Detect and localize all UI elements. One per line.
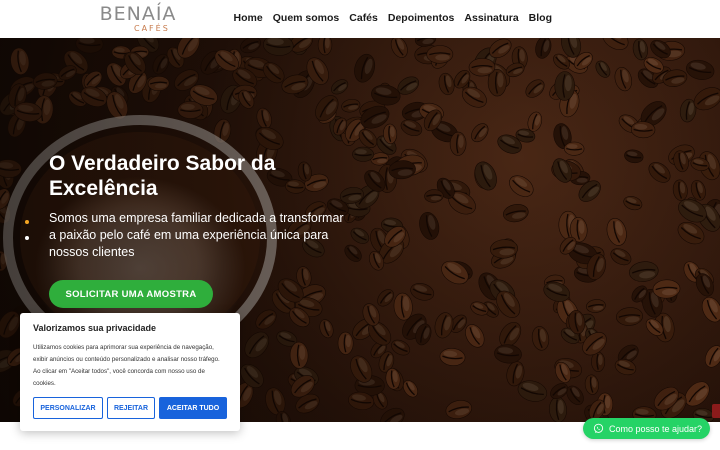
cookie-buttons: PERSONALIZAR REJEITAR ACEITAR TUDO (33, 397, 227, 419)
request-sample-button[interactable]: SOLICITAR UMA AMOSTRA (49, 280, 213, 308)
logo-sub: CAFÉS (134, 24, 170, 33)
nav-blog[interactable]: Blog (529, 12, 552, 24)
slider-dot[interactable] (25, 236, 29, 240)
reject-button[interactable]: REJEITAR (107, 397, 155, 419)
whatsapp-chat-button[interactable]: Como posso te ajudar? (583, 418, 710, 439)
benaia-logo[interactable]: BENAÍA CAFÉS (98, 5, 178, 37)
nav-assinatura[interactable]: Assinatura (464, 12, 518, 24)
customize-button[interactable]: PERSONALIZAR (33, 397, 103, 419)
nav-home[interactable]: Home (234, 12, 263, 24)
logo-brand: BENAÍA (99, 3, 177, 25)
nav-depoimentos[interactable]: Depoimentos (388, 12, 455, 24)
cookie-consent-banner: Valorizamos sua privacidade Utilizamos c… (20, 313, 240, 431)
cookie-text: Utilizamos cookies para aprimorar sua ex… (33, 344, 220, 387)
cookie-title: Valorizamos sua privacidade (33, 323, 157, 333)
nav-quem-somos[interactable]: Quem somos (273, 12, 340, 24)
hero-title: O Verdadeiro Sabor da Excelência (49, 152, 276, 200)
whatsapp-label: Como posso te ajudar? (609, 423, 703, 434)
hero-description: Somos uma empresa familiar dedicada a tr… (49, 211, 344, 259)
nav-cafes[interactable]: Cafés (349, 12, 378, 24)
accept-all-button[interactable]: ACEITAR TUDO (159, 397, 227, 419)
whatsapp-icon (593, 423, 604, 434)
slider-dot-active[interactable] (25, 220, 29, 224)
main-nav: Home Quem somos Cafés Depoimentos Assina… (234, 12, 552, 24)
site-header: BENAÍA CAFÉS Home Quem somos Cafés Depoi… (0, 0, 720, 38)
side-tab[interactable] (712, 404, 720, 418)
page: BENAÍA CAFÉS Home Quem somos Cafés Depoi… (0, 0, 720, 450)
